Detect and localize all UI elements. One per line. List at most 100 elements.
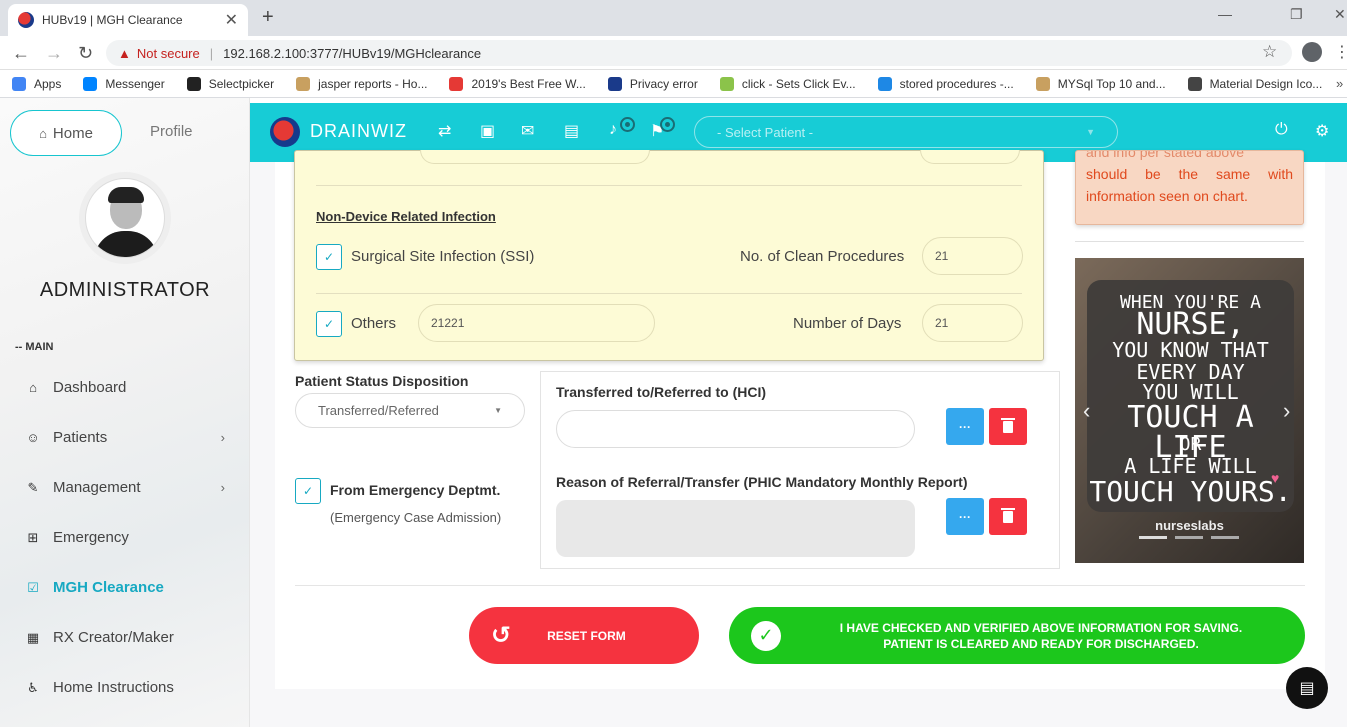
power-icon[interactable]: ⏻ [1275, 121, 1288, 139]
sidebar-item-label: RX Creator/Maker [53, 629, 174, 646]
user-avatar-icon [85, 178, 165, 258]
carousel-dot[interactable] [1139, 536, 1167, 539]
carousel-dot[interactable] [1211, 536, 1239, 539]
home-button[interactable]: ⌂ Home [10, 110, 122, 156]
plus-square-icon: ⊞ [27, 529, 39, 545]
poster-line: NURSE, [1136, 307, 1245, 342]
reload-icon[interactable]: ↻ [78, 43, 93, 64]
emergency-checkbox[interactable]: ✓ [295, 478, 321, 504]
sidebar-item-label: Patients [53, 429, 108, 446]
emergency-label: From Emergency Deptmt. [330, 482, 501, 498]
wheelchair-icon: ♿ [27, 679, 39, 695]
check-icon: ✓ [323, 250, 335, 264]
sidebar-item-dashboard[interactable]: ⌂ Dashboard [25, 379, 225, 396]
bookmark-item[interactable]: click - Sets Click Ev... [719, 76, 856, 91]
account-icon[interactable] [1302, 42, 1322, 62]
sidebar-item-home-instructions[interactable]: ♿ Home Instructions [25, 679, 225, 696]
reason-input[interactable] [556, 500, 915, 557]
hci-input[interactable] [556, 410, 915, 448]
clean-procedures-input[interactable]: 21 [922, 237, 1023, 275]
bookmark-item[interactable]: stored procedures -... [877, 76, 1014, 91]
bookmarks-more-icon[interactable]: » [1336, 76, 1343, 91]
apps-icon: ▦ [26, 629, 40, 645]
days-label: Number of Days [793, 315, 902, 332]
carousel-prev-icon[interactable]: ‹ [1083, 398, 1090, 424]
bookmark-item[interactable]: Selectpicker [186, 76, 275, 91]
bell-icon[interactable]: ♪ [609, 121, 617, 139]
reason-browse-button[interactable]: ··· [946, 498, 984, 535]
url-separator: | [209, 45, 214, 61]
carousel-dot[interactable] [1175, 536, 1203, 539]
bookmark-star-icon[interactable]: ☆ [1262, 42, 1277, 62]
bookmark-item[interactable]: MYSql Top 10 and... [1035, 76, 1166, 91]
back-icon[interactable]: ← [12, 43, 30, 64]
mail-icon[interactable]: ✉ [521, 121, 534, 141]
patient-select[interactable]: - Select Patient - ▼ [694, 116, 1118, 148]
partial-field [920, 150, 1020, 164]
swap-icon[interactable]: ⇄ [438, 121, 451, 141]
hci-delete-button[interactable] [989, 408, 1027, 445]
carousel-next-icon[interactable]: › [1283, 398, 1290, 424]
minimize-icon[interactable]: — [1218, 6, 1232, 22]
id-card-icon[interactable]: ▤ [564, 121, 579, 141]
more-dots-icon: ··· [959, 419, 971, 434]
profile-button[interactable]: Profile [150, 123, 193, 140]
ssi-label: Surgical Site Infection (SSI) [351, 248, 535, 265]
poster-carousel[interactable]: WHEN YOU'RE A NURSE, YOU KNOW THAT EVERY DA… [1075, 258, 1304, 563]
divider [295, 585, 1305, 586]
emergency-sublabel: (Emergency Case Admission) [330, 510, 502, 525]
bookmark-item[interactable]: Messenger [83, 76, 165, 91]
chat-icon: ▤ [1299, 680, 1315, 697]
sidebar-item-mgh-clearance[interactable]: ☑ MGH Clearance [25, 579, 225, 596]
new-tab-icon[interactable]: + [262, 6, 274, 29]
chevron-right-icon: › [220, 430, 225, 445]
sidebar-item-rx-creator-maker[interactable]: ▦ RX Creator/Maker [25, 629, 225, 646]
others-input[interactable]: 21221 [418, 304, 655, 342]
days-input[interactable]: 21 [922, 304, 1023, 342]
patient-select-placeholder: - Select Patient - [717, 124, 814, 140]
sidebar-item-label: Management [53, 479, 141, 496]
verify-line-2: PATIENT IS CLEARED AND READY FOR DISCHAR… [883, 636, 1199, 651]
sidebar-item-emergency[interactable]: ⊞ Emergency [25, 529, 225, 546]
trash-icon [1001, 507, 1015, 523]
clean-procedures-value: 21 [935, 249, 949, 263]
bookmark-label: Selectpicker [208, 76, 275, 91]
calendar-icon[interactable]: ▣ [480, 121, 495, 141]
hci-browse-button[interactable]: ··· [946, 408, 984, 445]
home-label: Home [52, 124, 93, 142]
reset-label: RESET FORM [547, 628, 626, 643]
restore-icon[interactable]: ❐ [1290, 6, 1303, 23]
bookmark-item[interactable]: Privacy error [607, 76, 698, 91]
bookmark-item[interactable]: 2019's Best Free W... [449, 76, 586, 91]
poster-line: TOUCH YOURS. [1089, 475, 1292, 508]
others-checkbox[interactable]: ✓ [316, 311, 342, 337]
warning-icon: ▲ [118, 45, 131, 61]
brand-name: DRAINWIZ [310, 121, 407, 141]
browser-tab[interactable]: HUBv19 | MGH Clearance ✕ [8, 4, 248, 36]
bookmark-item[interactable]: Material Design Ico... [1187, 76, 1322, 91]
menu-kebab-icon[interactable]: ⋮ [1334, 42, 1347, 62]
ssi-checkbox[interactable]: ✓ [316, 244, 342, 270]
chat-button[interactable]: ▤ [1286, 667, 1328, 709]
days-value: 21 [935, 316, 949, 330]
reason-delete-button[interactable] [989, 498, 1027, 535]
avatar [79, 172, 171, 264]
disposition-select[interactable]: Transferred/Referred ▼ [295, 393, 525, 428]
close-tab-icon[interactable]: ✕ [225, 10, 238, 30]
verify-label: I HAVE CHECKED AND VERIFIED ABOVE INFORM… [821, 620, 1261, 652]
reset-form-button[interactable]: ↺ RESET FORM [469, 607, 699, 664]
forward-icon[interactable]: → [45, 43, 63, 64]
bookmark-item[interactable]: Apps [12, 76, 61, 91]
bookmark-label: jasper reports - Ho... [318, 76, 428, 91]
sidebar-item-management[interactable]: ✎ Management › [25, 479, 225, 496]
bookmark-icon [877, 76, 892, 91]
checkbox-icon: ☑ [27, 579, 39, 595]
verify-save-button[interactable]: ✓ I HAVE CHECKED AND VERIFIED ABOVE INFO… [729, 607, 1305, 664]
tab-title: HUBv19 | MGH Clearance [42, 13, 183, 27]
bookmark-item[interactable]: jasper reports - Ho... [296, 76, 428, 91]
user-name: ADMINISTRATOR [39, 279, 211, 301]
url-input[interactable]: ▲ Not secure | 192.168.2.100:3777/HUBv19… [106, 40, 1292, 66]
close-window-icon[interactable]: ✕ [1334, 6, 1346, 23]
sidebar-item-patients[interactable]: ☺ Patients › [25, 429, 225, 446]
gear-icon[interactable]: ⚙ [1315, 121, 1329, 141]
